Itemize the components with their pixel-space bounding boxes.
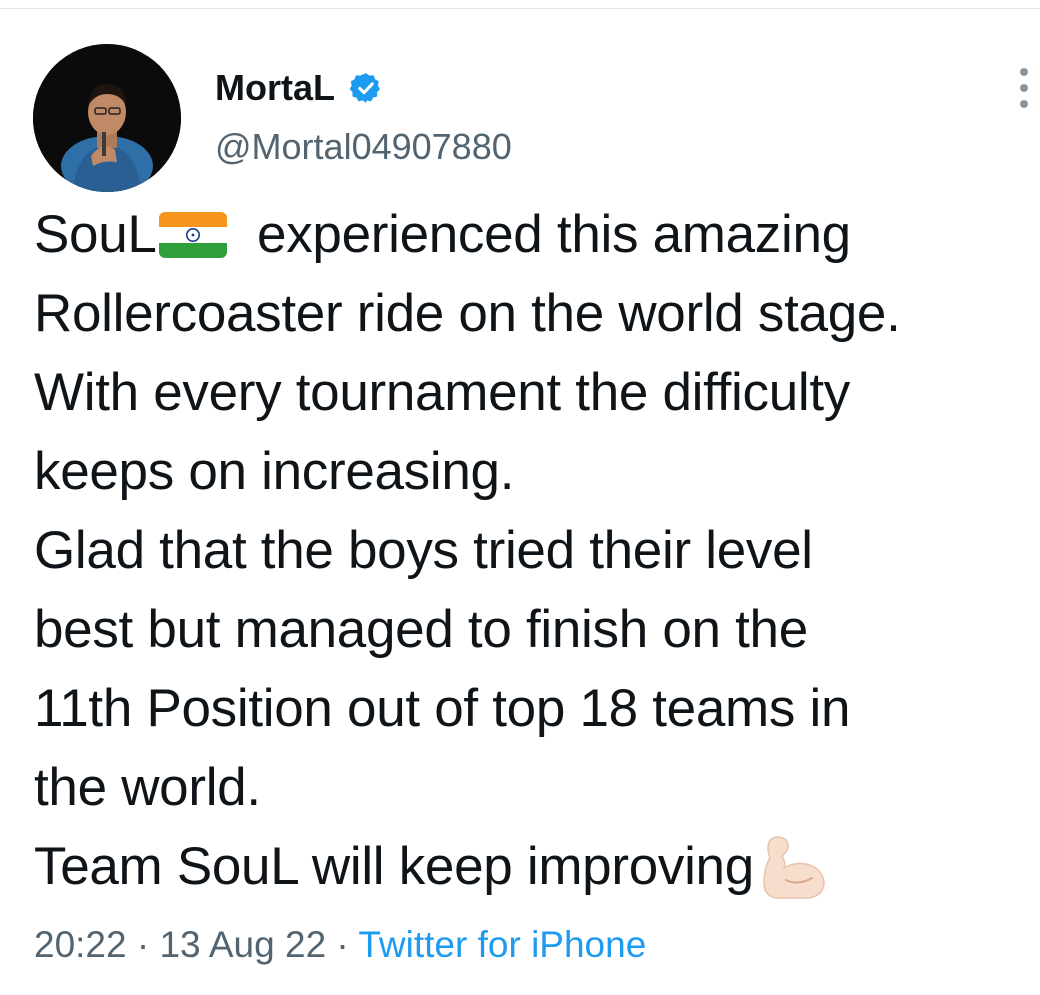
tweet-line: best but managed to finish on the [34,600,808,659]
tweet-text-segment: SouL [34,205,157,264]
flexed-biceps-icon [756,834,828,902]
tweet-line: 11th Position out of top 18 teams in [34,679,851,738]
author-handle[interactable]: @Mortal04907880 [215,125,512,169]
author-display-name[interactable]: MortaL [215,66,383,110]
india-flag-icon [158,201,227,258]
meta-separator: · [326,924,359,965]
tweet-line: With every tournament the difficulty [34,363,850,422]
tweet-text: SouL experienced this amazing Rollercoas… [34,195,1034,906]
tweet-text-segment: Team SouL will keep improving [34,837,754,896]
tweet-text-segment: experienced this amazing [242,205,851,264]
tweet-source-link[interactable]: Twitter for iPhone [358,924,646,965]
meta-separator: · [126,924,160,965]
top-divider [0,8,1040,9]
more-dot [1020,100,1028,108]
tweet-line: SouL experienced this amazing [34,195,1034,274]
tweet-date[interactable]: 13 Aug 22 [159,924,326,965]
more-options-icon[interactable] [1014,68,1034,108]
more-dot [1020,68,1028,76]
tweet-line: Rollercoaster ride on the world stage. [34,284,901,343]
avatar[interactable] [33,44,181,192]
avatar-photo-icon [33,44,181,192]
tweet-line: the world. [34,758,261,817]
display-name-text: MortaL [215,67,335,108]
verified-badge-icon [349,71,383,105]
tweet-line: Team SouL will keep improving [34,827,1034,906]
tweet-line: keeps on increasing. [34,442,515,501]
tweet-time[interactable]: 20:22 [34,924,127,965]
tweet-meta: 20:22 · 13 Aug 22 · Twitter for iPhone [34,922,646,968]
tweet-line: Glad that the boys tried their level [34,521,813,580]
more-dot [1020,84,1028,92]
